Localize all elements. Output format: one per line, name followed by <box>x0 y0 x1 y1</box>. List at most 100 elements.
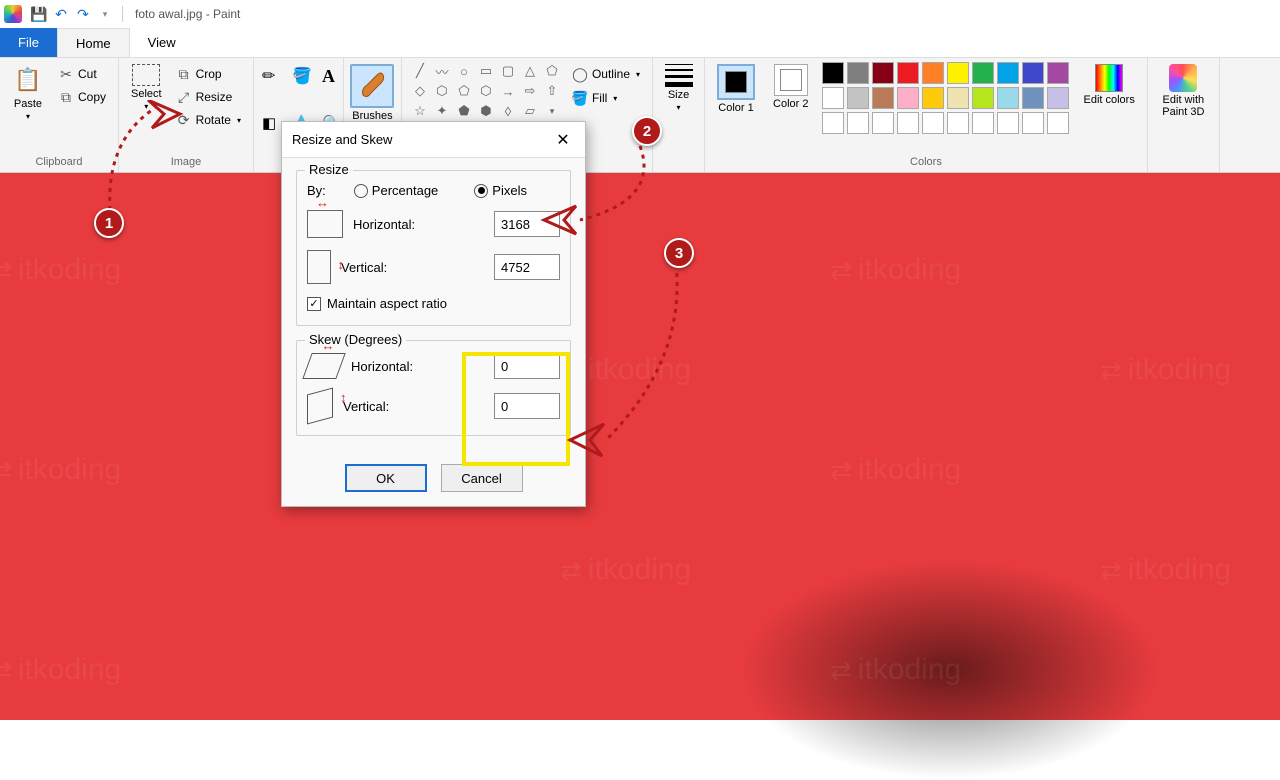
redo-icon[interactable]: ↷ <box>75 6 91 22</box>
color-swatch[interactable] <box>1022 87 1044 109</box>
pencil-icon[interactable]: ✏ <box>262 66 286 86</box>
save-icon[interactable]: 💾 <box>31 6 47 22</box>
tab-view[interactable]: View <box>130 28 194 57</box>
cancel-button[interactable]: Cancel <box>441 464 523 492</box>
copy-icon: ⧉ <box>58 89 74 105</box>
skew-vertical-icon <box>307 388 333 425</box>
horizontal-input[interactable] <box>494 211 560 237</box>
color-swatch[interactable] <box>822 87 844 109</box>
ok-button[interactable]: OK <box>345 464 427 492</box>
brushes-button[interactable]: Brushes <box>346 62 398 124</box>
color-swatch-empty[interactable] <box>972 112 994 134</box>
watermark: itkoding <box>830 253 961 287</box>
clipboard-icon: 📋 <box>12 64 44 96</box>
resize-button[interactable]: ⤢Resize <box>172 87 245 107</box>
color-swatch-empty[interactable] <box>997 112 1019 134</box>
dialog-titlebar[interactable]: Resize and Skew ✕ <box>282 122 585 158</box>
color-swatch[interactable] <box>922 62 944 84</box>
watermark: itkoding <box>0 453 121 487</box>
color-swatch[interactable] <box>997 87 1019 109</box>
dialog-title: Resize and Skew <box>292 132 392 147</box>
window-title: foto awal.jpg - Paint <box>135 7 240 21</box>
qat-dropdown-icon[interactable]: ▾ <box>97 6 113 22</box>
select-button[interactable]: Select ▾ <box>127 62 166 113</box>
color-swatch-empty[interactable] <box>1022 112 1044 134</box>
outline-button[interactable]: ◯Outline▾ <box>568 64 644 84</box>
annotation-badge-3: 3 <box>664 238 694 268</box>
paint3d-button[interactable]: Edit with Paint 3D <box>1156 62 1211 120</box>
tab-home[interactable]: Home <box>57 28 130 57</box>
crop-icon: ⧉ <box>176 66 192 82</box>
color-swatch-empty[interactable] <box>1047 112 1069 134</box>
color-swatch-empty[interactable] <box>847 112 869 134</box>
cut-button[interactable]: ✂Cut <box>54 64 110 84</box>
text-icon[interactable]: A <box>322 66 346 87</box>
chevron-down-icon: ▾ <box>677 103 681 112</box>
color-swatch[interactable] <box>847 62 869 84</box>
select-rect-icon <box>132 64 160 86</box>
horizontal-label: Horizontal: <box>353 217 484 232</box>
maintain-aspect-checkbox[interactable]: ✓Maintain aspect ratio <box>307 296 447 311</box>
color-swatch-empty[interactable] <box>822 112 844 134</box>
watermark: itkoding <box>830 653 961 687</box>
bucket-icon[interactable]: 🪣 <box>292 66 316 86</box>
color1-button[interactable]: Color 1 <box>713 62 759 116</box>
color-swatch[interactable] <box>822 62 844 84</box>
color-swatch[interactable] <box>947 62 969 84</box>
resize-fieldset: Resize By: Percentage Pixels Horizontal:… <box>296 170 571 326</box>
color-swatch[interactable] <box>872 62 894 84</box>
color-swatch-empty[interactable] <box>947 112 969 134</box>
shapes-gallery[interactable]: ╱〰○▭▢△⬠ ◇⬡⬠⬡→⇨⇧ ☆✦⬟⬢◊▱▾ <box>410 62 562 120</box>
size-button[interactable]: Size ▾ <box>660 62 698 114</box>
color-swatch-empty[interactable] <box>872 112 894 134</box>
color-palette[interactable] <box>822 62 1069 134</box>
radio-pixels[interactable]: Pixels <box>474 183 527 198</box>
resize-skew-dialog: Resize and Skew ✕ Resize By: Percentage … <box>281 121 586 507</box>
color-swatch[interactable] <box>997 62 1019 84</box>
skew-vertical-input[interactable] <box>494 393 560 419</box>
chevron-down-icon: ▾ <box>542 102 562 120</box>
color-swatch[interactable] <box>1047 87 1069 109</box>
close-icon[interactable]: ✕ <box>551 128 575 152</box>
color-swatch[interactable] <box>1047 62 1069 84</box>
undo-icon[interactable]: ↶ <box>53 6 69 22</box>
crop-button[interactable]: ⧉Crop <box>172 64 245 84</box>
rainbow-icon <box>1095 64 1123 92</box>
fill-button[interactable]: 🪣Fill▾ <box>568 88 644 108</box>
skew-horizontal-input[interactable] <box>494 353 560 379</box>
tab-file[interactable]: File <box>0 28 57 57</box>
rotate-button[interactable]: ⟳Rotate▾ <box>172 110 245 130</box>
scissors-icon: ✂ <box>58 66 74 82</box>
watermark: itkoding <box>0 653 121 687</box>
skew-horizontal-label: Horizontal: <box>351 359 484 374</box>
copy-button[interactable]: ⧉Copy <box>54 87 110 107</box>
resize-icon: ⤢ <box>176 89 192 105</box>
color-swatch[interactable] <box>947 87 969 109</box>
group-label-clipboard: Clipboard <box>8 154 110 170</box>
group-colors: Color 1 Color 2 Edit colors Colors <box>705 58 1148 172</box>
color-swatch-empty[interactable] <box>897 112 919 134</box>
color2-button[interactable]: Color 2 <box>769 62 812 112</box>
vertical-input[interactable] <box>494 254 560 280</box>
canvas[interactable]: itkoding itkoding itkoding itkoding itko… <box>0 173 1280 720</box>
paint-app-icon <box>4 5 22 23</box>
color-swatch[interactable] <box>1022 62 1044 84</box>
color-swatch[interactable] <box>847 87 869 109</box>
edit-colors-button[interactable]: Edit colors <box>1079 62 1138 108</box>
title-bar: 💾 ↶ ↷ ▾ foto awal.jpg - Paint <box>0 0 1280 28</box>
color-swatch[interactable] <box>922 87 944 109</box>
color-swatch[interactable] <box>897 62 919 84</box>
chevron-down-icon: ▾ <box>26 112 30 121</box>
annotation-badge-1: 1 <box>94 208 124 238</box>
watermark: itkoding <box>1100 553 1231 587</box>
color-swatch-empty[interactable] <box>922 112 944 134</box>
paste-button[interactable]: 📋 Paste ▾ <box>8 62 48 123</box>
color-swatch[interactable] <box>897 87 919 109</box>
color-swatch[interactable] <box>872 87 894 109</box>
watermark: itkoding <box>1100 353 1231 387</box>
group-clipboard: 📋 Paste ▾ ✂Cut ⧉Copy Clipboard <box>0 58 119 172</box>
color-swatch[interactable] <box>972 87 994 109</box>
skew-fieldset: Skew (Degrees) Horizontal: Vertical: <box>296 340 571 436</box>
color-swatch[interactable] <box>972 62 994 84</box>
radio-percentage[interactable]: Percentage <box>354 183 439 198</box>
